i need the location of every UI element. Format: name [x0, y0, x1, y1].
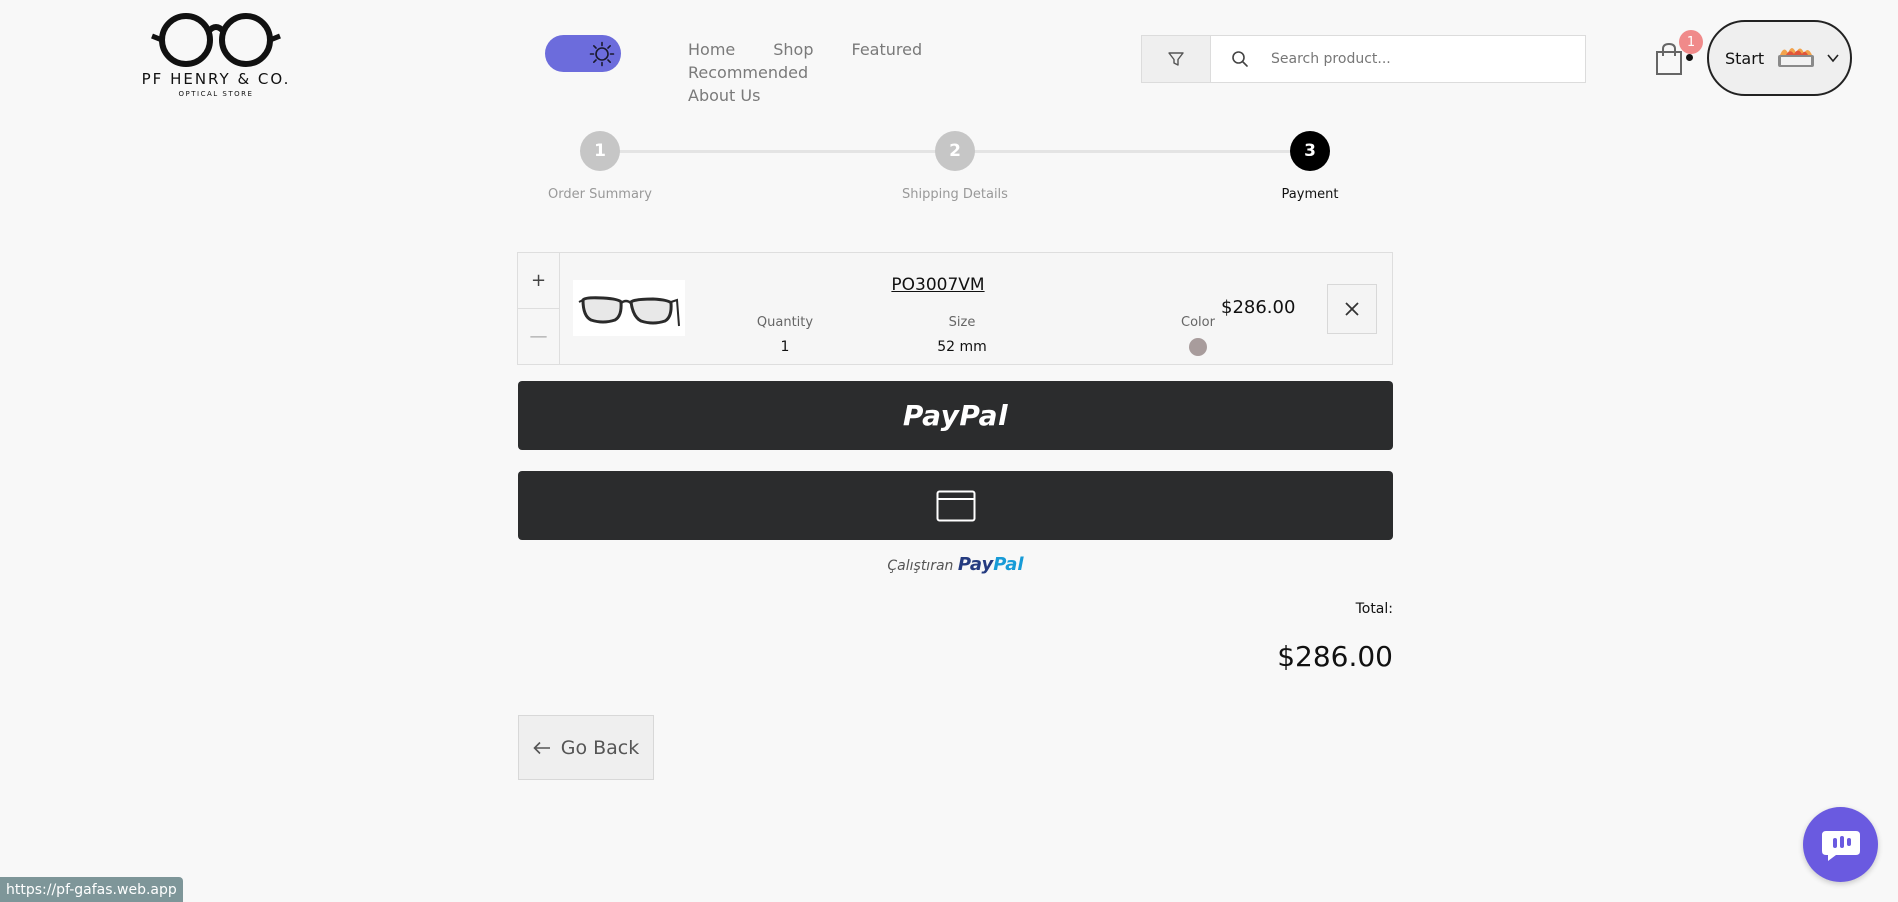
increase-quantity-button[interactable]: +: [518, 253, 559, 308]
status-bar-url: https://pf-gafas.web.app: [0, 877, 183, 902]
brand-logo[interactable]: PF HENRY & CO. OPTICAL STORE: [136, 8, 296, 108]
brand-tagline: OPTICAL STORE: [178, 90, 254, 98]
avatar: [1778, 48, 1815, 67]
card-payment-button[interactable]: [518, 471, 1393, 540]
go-back-button[interactable]: Go Back: [518, 715, 654, 780]
brand-name: PF HENRY & CO.: [141, 70, 291, 88]
sun-icon: [586, 38, 617, 69]
eyeglasses-image: [578, 296, 680, 327]
quantity-stepper: + —: [518, 253, 560, 364]
credit-card-icon: [936, 490, 975, 521]
chevron-down-icon: [1827, 54, 1839, 63]
nav-recommended[interactable]: Recommended: [688, 61, 808, 84]
step-3-circle: 3: [1290, 131, 1330, 171]
step-1-circle: 1: [580, 131, 620, 171]
step-2-circle: 2: [935, 131, 975, 171]
search-input[interactable]: [1269, 50, 1573, 68]
user-menu-label: Start: [1725, 48, 1765, 68]
decrease-quantity-button[interactable]: —: [518, 308, 559, 364]
search-bar: [1210, 35, 1586, 83]
nav-featured[interactable]: Featured: [852, 38, 923, 61]
product-thumbnail[interactable]: [573, 280, 685, 336]
nav-shop[interactable]: Shop: [773, 38, 813, 61]
size-info: Size 52 mm: [902, 315, 1022, 355]
go-back-label: Go Back: [560, 736, 640, 759]
step-3-label: Payment: [1281, 187, 1339, 202]
user-menu-button[interactable]: Start: [1707, 20, 1852, 96]
cart-item-row: + — PO3007VM Quantity 1 Size 52 mm Color…: [517, 252, 1393, 365]
quantity-info: Quantity 1: [725, 315, 845, 355]
quantity-value: 1: [780, 339, 790, 355]
product-price: $286.00: [1221, 297, 1296, 318]
cart-indicator-dot: [1686, 54, 1693, 61]
paypal-button-label: PayPal: [902, 399, 1009, 432]
filter-button[interactable]: [1141, 35, 1211, 83]
powered-by-prefix: Çalıştıran: [887, 558, 954, 574]
main-nav: Home Shop Featured Recommended About Us: [688, 38, 1088, 107]
nav-about-us[interactable]: About Us: [688, 84, 760, 107]
quantity-label: Quantity: [756, 315, 814, 330]
total-value: $286.00: [1277, 640, 1393, 673]
paypal-button[interactable]: PayPal: [518, 381, 1393, 450]
cart-count-badge: 1: [1679, 30, 1703, 54]
chat-icon: [1821, 830, 1860, 861]
color-swatch: [1189, 338, 1207, 356]
total-label: Total:: [1355, 601, 1393, 617]
paypal-logo-pal: Pal: [993, 554, 1024, 575]
arrow-left-icon: [533, 741, 550, 754]
step-1-label: Order Summary: [548, 187, 652, 202]
nav-home[interactable]: Home: [688, 38, 735, 61]
product-name-link[interactable]: PO3007VM: [838, 275, 1038, 295]
glasses-logo-icon: [151, 13, 281, 67]
step-2-label: Shipping Details: [902, 187, 1008, 202]
filter-icon: [1168, 52, 1184, 66]
theme-toggle[interactable]: [545, 35, 621, 72]
search-icon: [1211, 50, 1269, 68]
paypal-logo-pay: Pay: [957, 554, 994, 575]
powered-by-paypal: Çalıştıran PayPal: [518, 554, 1393, 575]
size-label: Size: [948, 315, 976, 330]
chat-widget-button[interactable]: [1803, 807, 1878, 882]
color-info: Color: [1138, 315, 1258, 356]
remove-item-button[interactable]: [1327, 284, 1377, 334]
size-value: 52 mm: [937, 339, 987, 355]
close-icon: [1345, 302, 1359, 316]
